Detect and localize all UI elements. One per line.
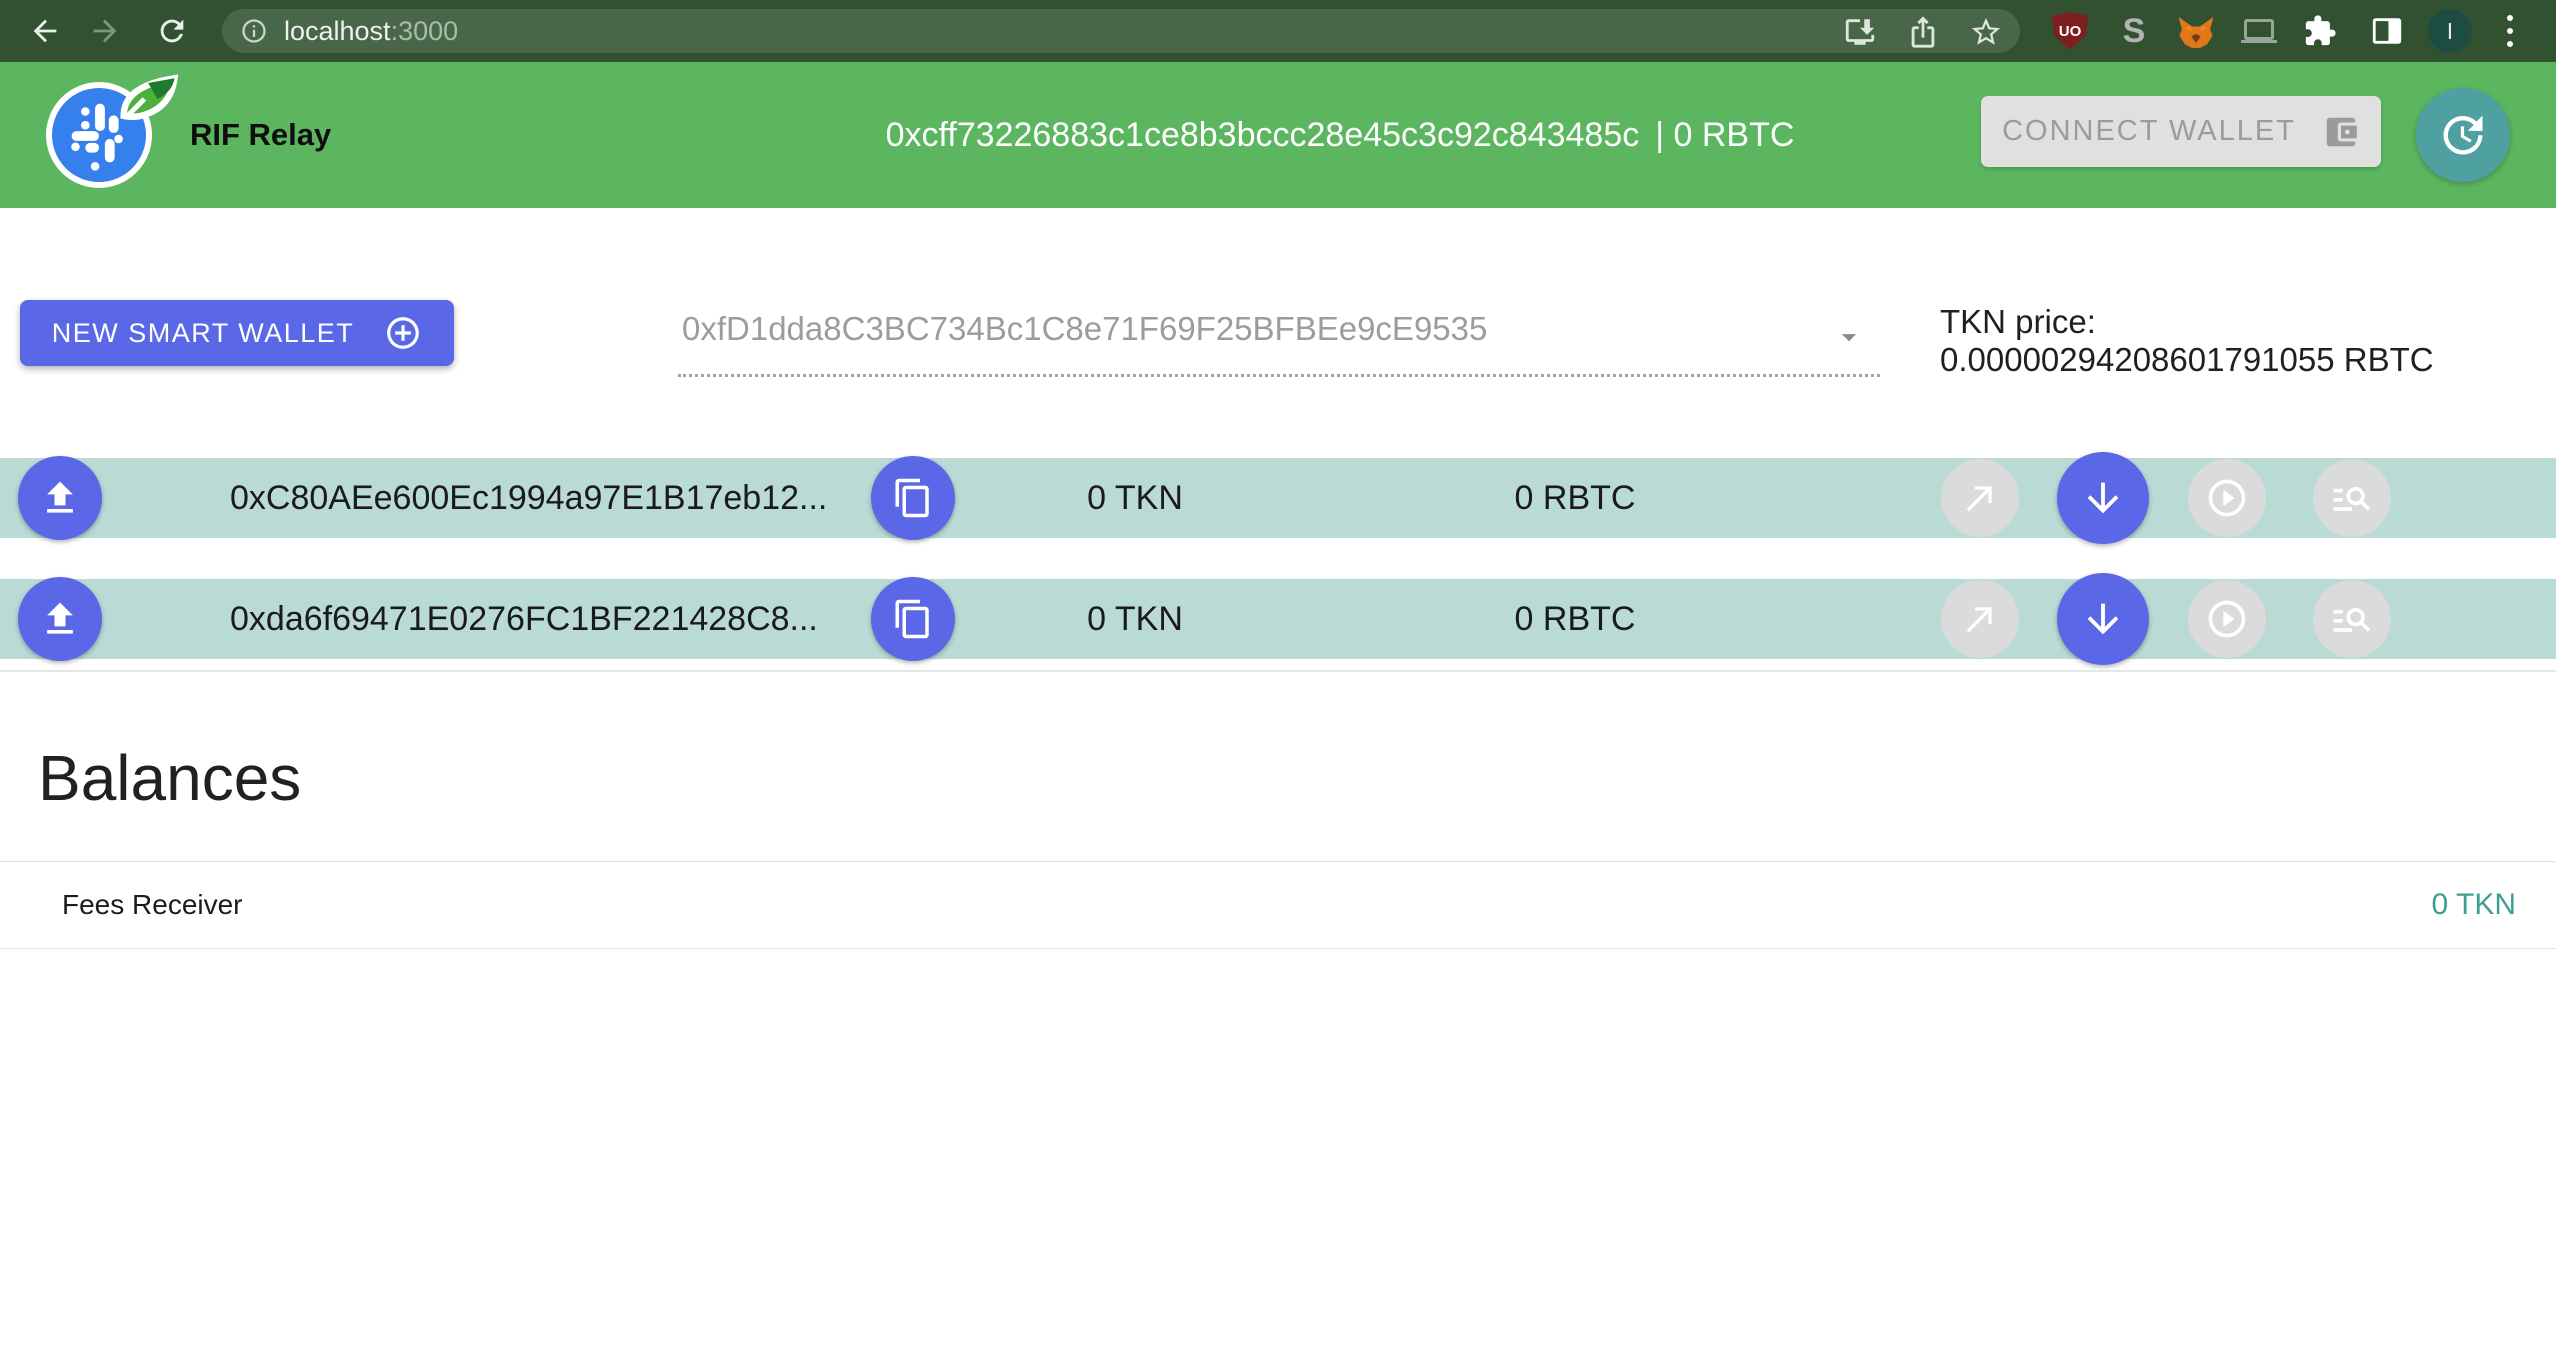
transfer-button[interactable] xyxy=(1941,580,2019,658)
connect-wallet-button[interactable]: CONNECT WALLET xyxy=(1981,96,2381,167)
url-bar[interactable]: localhost:3000 xyxy=(222,9,2020,53)
reload-icon[interactable] xyxy=(155,14,189,48)
upload-icon xyxy=(38,597,82,641)
browser-forward-icon[interactable] xyxy=(88,14,122,48)
copy-address-button[interactable] xyxy=(871,456,955,540)
browser-chrome: localhost:3000 UO S I xyxy=(0,0,2556,62)
profile-avatar[interactable]: I xyxy=(2428,9,2472,53)
smart-wallet-row: 0xC80AEe600Ec1994a97E1B17eb12... 0 TKN 0… xyxy=(0,458,2556,538)
transfer-button[interactable] xyxy=(1941,459,2019,537)
deposit-button[interactable] xyxy=(18,577,102,661)
smart-wallet-address: 0xC80AEe600Ec1994a97E1B17eb12... xyxy=(230,458,827,538)
copy-icon xyxy=(892,477,934,519)
fees-receiver-value: 0 TKN xyxy=(2432,862,2516,948)
search-logs-icon xyxy=(2330,597,2374,641)
rows-divider xyxy=(0,670,2556,672)
tkn-price-value: 0.00000294208601791055 RBTC xyxy=(1940,341,2540,379)
ublock-extension-icon[interactable]: UO xyxy=(2052,12,2088,50)
chevron-down-icon xyxy=(1832,320,1866,354)
inspect-button[interactable] xyxy=(2313,580,2391,658)
refresh-button[interactable] xyxy=(2416,88,2510,182)
tkn-price: TKN price: 0.00000294208601791055 RBTC xyxy=(1940,303,2540,379)
fees-receiver-label: Fees Receiver xyxy=(62,862,243,948)
deposit-button[interactable] xyxy=(18,456,102,540)
account-balance: | 0 RBTC xyxy=(1655,116,1794,155)
execute-button[interactable] xyxy=(2188,580,2266,658)
receive-button[interactable] xyxy=(2057,573,2149,665)
upload-icon xyxy=(38,476,82,520)
arrow-down-icon xyxy=(2080,475,2126,521)
call-made-icon xyxy=(1960,478,2000,518)
copy-icon xyxy=(892,598,934,640)
inspect-button[interactable] xyxy=(2313,459,2391,537)
tkn-balance: 0 TKN xyxy=(1035,458,1235,538)
share-icon[interactable] xyxy=(1906,15,1940,49)
bookmark-star-icon[interactable] xyxy=(1969,15,2003,49)
install-app-icon[interactable] xyxy=(1843,15,1877,49)
play-circle-icon xyxy=(2205,597,2249,641)
account-summary: 0xcff73226883c1ce8b3bccc28e45c3c92c84348… xyxy=(800,62,1880,208)
receive-button[interactable] xyxy=(2057,452,2149,544)
page: localhost:3000 UO S I xyxy=(0,0,2556,1350)
url-host: localhost xyxy=(284,16,391,46)
metamask-extension-icon[interactable] xyxy=(2177,13,2215,51)
call-made-icon xyxy=(1960,599,2000,639)
balances-title: Balances xyxy=(38,742,301,814)
arrow-down-icon xyxy=(2080,596,2126,642)
fees-receiver-row: Fees Receiver 0 TKN xyxy=(0,862,2556,948)
fees-divider-bottom xyxy=(0,948,2556,949)
tkn-balance: 0 TKN xyxy=(1035,579,1235,659)
site-info-icon[interactable] xyxy=(240,17,268,45)
play-circle-icon xyxy=(2205,476,2249,520)
search-logs-icon xyxy=(2330,476,2374,520)
smart-wallet-row: 0xda6f69471E0276FC1BF221428C8... 0 TKN 0… xyxy=(0,579,2556,659)
url-text: localhost:3000 xyxy=(284,16,458,47)
url-port: :3000 xyxy=(391,16,459,46)
account-address: 0xcff73226883c1ce8b3bccc28e45c3c92c84348… xyxy=(886,116,1640,155)
app-title: RIF Relay xyxy=(190,62,331,208)
copy-address-button[interactable] xyxy=(871,577,955,661)
refresh-history-icon xyxy=(2437,109,2489,161)
browser-back-icon[interactable] xyxy=(28,14,62,48)
rbtc-balance: 0 RBTC xyxy=(1465,458,1685,538)
new-smart-wallet-button[interactable]: NEW SMART WALLET xyxy=(20,300,454,366)
smart-wallet-address: 0xda6f69471E0276FC1BF221428C8... xyxy=(230,579,818,659)
execute-button[interactable] xyxy=(2188,459,2266,537)
screencast-laptop-icon[interactable] xyxy=(2241,13,2277,49)
rbtc-balance: 0 RBTC xyxy=(1465,579,1685,659)
app-header: RIF Relay 0xcff73226883c1ce8b3bccc28e45c… xyxy=(0,62,2556,208)
vpn-extension-icon[interactable]: S xyxy=(2117,11,2151,51)
rif-relay-logo xyxy=(40,74,170,196)
side-panel-icon[interactable] xyxy=(2370,14,2404,48)
tkn-price-label: TKN price: xyxy=(1940,303,2540,341)
relay-worker-select[interactable]: 0xfD1dda8C3BC734Bc1C8e71F69F25BFBEe9cE95… xyxy=(678,300,1880,377)
extensions-puzzle-icon[interactable] xyxy=(2303,14,2337,48)
browser-menu-icon[interactable] xyxy=(2506,15,2514,49)
add-circle-icon xyxy=(384,314,422,352)
relay-worker-address: 0xfD1dda8C3BC734Bc1C8e71F69F25BFBEe9cE95… xyxy=(682,310,1487,348)
leaf-icon xyxy=(118,70,182,128)
wallet-icon xyxy=(2322,113,2360,151)
